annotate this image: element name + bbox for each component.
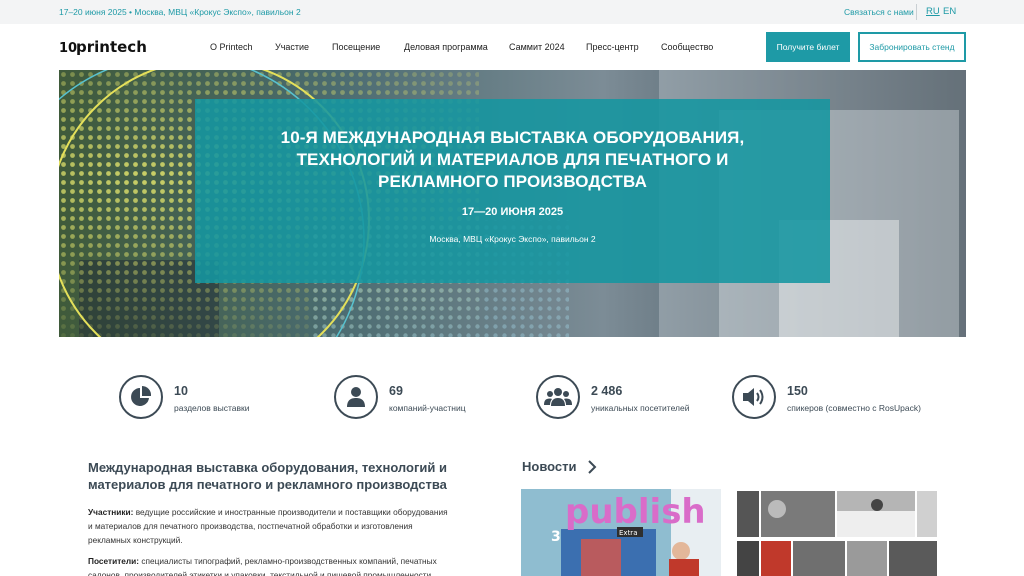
- stat-value: 10: [174, 384, 188, 398]
- pie-chart-icon: [119, 375, 163, 419]
- visitors-text: специалисты типографий, рекламно-произво…: [139, 556, 437, 566]
- hero-title-line: РЕКЛАМНОГО ПРОИЗВОДСТВА: [378, 172, 647, 191]
- top-bar: 17–20 июня 2025 • Москва, МВЦ «Крокус Эк…: [0, 0, 1024, 24]
- stat-label: уникальных посетителей: [591, 403, 690, 413]
- person-icon: [334, 375, 378, 419]
- news-heading-link[interactable]: Новости: [522, 459, 577, 474]
- news-item-image[interactable]: publish Extra 3: [521, 489, 721, 576]
- stat-value: 2 486: [591, 384, 623, 398]
- group-icon: [536, 375, 580, 419]
- hero-title-line: 10-Я МЕЖДУНАРОДНАЯ ВЫСТАВКА ОБОРУДОВАНИЯ…: [280, 128, 745, 147]
- book-stand-button[interactable]: Забронировать стенд: [858, 32, 966, 62]
- hero-venue: Москва, МВЦ «Крокус Экспо», павильон 2: [429, 234, 596, 244]
- nav-about[interactable]: О Printech: [210, 42, 253, 52]
- hero-banner: 10-Я МЕЖДУНАРОДНАЯ ВЫСТАВКА ОБОРУДОВАНИЯ…: [59, 70, 966, 337]
- divider: [916, 4, 917, 20]
- nav-community[interactable]: Сообщество: [661, 42, 713, 52]
- participants-label: Участники:: [88, 507, 134, 517]
- logo-text: printech: [76, 38, 147, 56]
- stat-label: компаний-участниц: [389, 403, 466, 413]
- stat-value: 69: [389, 384, 403, 398]
- news-image-badge: Extra: [619, 529, 637, 537]
- chevron-right-icon[interactable]: [587, 460, 597, 474]
- stat-value: 150: [787, 384, 808, 398]
- about-heading-line: материалов для печатного и рекламного пр…: [88, 477, 447, 492]
- speaker-icon: [732, 375, 776, 419]
- contact-link[interactable]: Связаться с нами: [844, 7, 914, 17]
- logo-number: 10: [59, 41, 77, 56]
- participants-text: и материалов для печатного производства,…: [88, 521, 413, 531]
- visitors-text: салонов, производителей этикетки и упако…: [88, 570, 432, 576]
- get-ticket-button[interactable]: Получите билет: [766, 32, 850, 62]
- nav-press-center[interactable]: Пресс-центр: [586, 42, 639, 52]
- about-heading-line: Международная выставка оборудования, тех…: [88, 460, 447, 475]
- nav-visit[interactable]: Посещение: [332, 42, 380, 52]
- main-header: 10 printech О Printech Участие Посещение…: [0, 24, 1024, 70]
- nav-summit[interactable]: Саммит 2024: [509, 42, 565, 52]
- participants-text: ведущие российские и иностранные произво…: [133, 507, 448, 517]
- nav-business-program[interactable]: Деловая программа: [404, 42, 488, 52]
- lang-en-link[interactable]: EN: [943, 6, 956, 17]
- news-item-image[interactable]: [737, 491, 937, 576]
- hero-title: 10-Я МЕЖДУНАРОДНАЯ ВЫСТАВКА ОБОРУДОВАНИЯ…: [195, 127, 830, 193]
- lang-ru-link[interactable]: RU: [926, 6, 940, 17]
- stat-label: спикеров (совместно с RosUpack): [787, 403, 921, 413]
- hero-dates: 17—20 ИЮНЯ 2025: [461, 206, 564, 218]
- hero-caption-box: 10-Я МЕЖДУНАРОДНАЯ ВЫСТАВКА ОБОРУДОВАНИЯ…: [195, 99, 830, 283]
- event-info: 17–20 июня 2025 • Москва, МВЦ «Крокус Эк…: [59, 7, 301, 17]
- participants-paragraph: Участники: ведущие российские и иностран…: [88, 505, 503, 547]
- stat-label: разделов выставки: [174, 403, 250, 413]
- hero-title-line: ТЕХНОЛОГИЙ И МАТЕРИАЛОВ ДЛЯ ПЕЧАТНОГО И: [296, 150, 729, 169]
- about-heading: Международная выставка оборудования, тех…: [88, 459, 488, 493]
- nav-participation[interactable]: Участие: [275, 42, 309, 52]
- visitors-label: Посетители:: [88, 556, 140, 566]
- news-image-number: 3: [551, 529, 561, 545]
- participants-text: рекламных конструкций.: [88, 535, 183, 545]
- printech-logo[interactable]: 10 printech: [59, 38, 155, 56]
- news-image-text: publish: [565, 492, 706, 532]
- visitors-paragraph: Посетители: специалисты типографий, рекл…: [88, 554, 503, 576]
